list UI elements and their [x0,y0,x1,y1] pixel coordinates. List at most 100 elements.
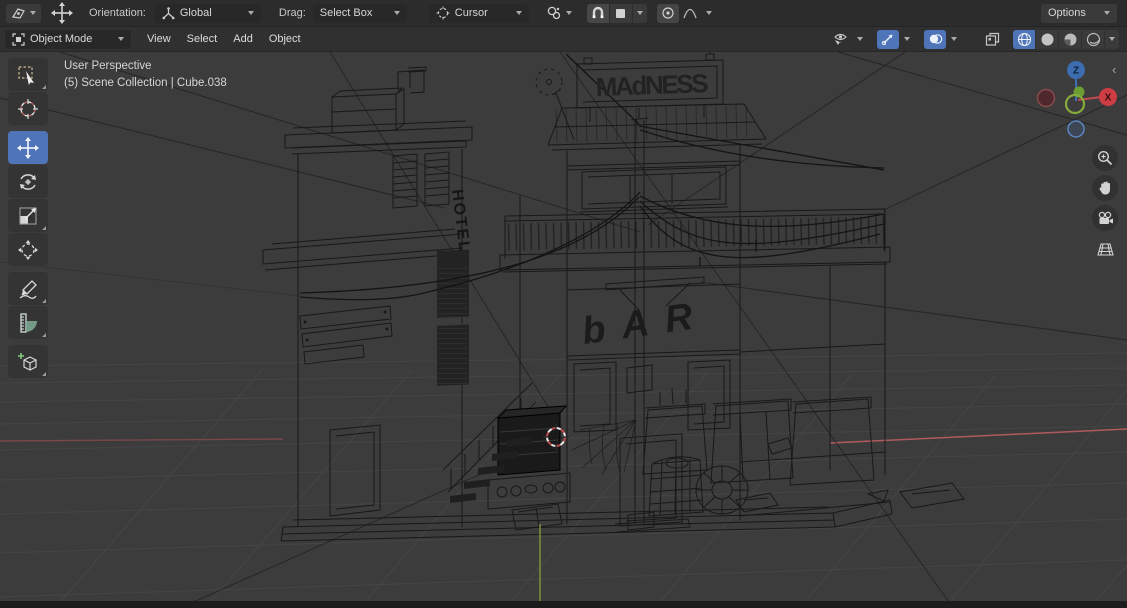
overlays-toggle-button[interactable] [924,29,946,49]
global-orientation-icon [162,6,175,19]
shading-material-button[interactable] [1059,29,1081,49]
cursor-icon [18,98,38,119]
gizmos-dropdown[interactable] [900,30,914,49]
proportional-editing-icon [662,7,674,19]
orientation-dropdown[interactable]: Global [154,3,261,23]
menu-select[interactable]: Select [179,30,226,48]
annotate-pen-icon [19,279,37,299]
orthographic-grid-icon [1096,242,1114,256]
object-mode-icon [12,32,25,46]
camera-view-button[interactable] [1092,205,1118,231]
zoom-button[interactable] [1092,145,1118,171]
madness-sign-text: MAdNESS [595,68,712,102]
viewport-overlay-text: User Perspective (5) Scene Collection | … [64,58,227,92]
tool-cursor[interactable] [8,92,48,125]
mode-dropdown[interactable]: Object Mode [5,29,131,49]
menu-view[interactable]: View [139,30,179,48]
gizmo-negative-z-ball[interactable] [1067,120,1085,138]
chevron-down-icon [247,11,254,15]
tool-shelf [8,58,50,379]
editor-type-button[interactable] [6,3,41,23]
gizmo-arrow-icon [881,34,893,46]
visibility-eye-icon [833,33,847,45]
tool-scale[interactable] [8,199,48,232]
tool-annotate[interactable] [8,272,48,305]
hotel-sign-text: HOTEL [448,188,472,252]
tool-transform[interactable] [8,233,48,266]
move-icon [17,136,39,159]
editor-type-icon [12,7,25,19]
wireframe-buildings [262,52,965,542]
snap-increment-icon [616,8,626,18]
snap-target-button[interactable] [609,3,632,23]
zoom-magnifier-icon [1097,150,1113,166]
roof-tiles [555,104,755,143]
xray-toggle-button[interactable] [981,30,1003,49]
dark-fill-props [450,405,568,503]
overlays-icon [929,34,942,44]
chevron-down-icon [515,11,522,15]
chevron-down-icon [118,37,124,41]
solid-shading-icon [1041,33,1053,45]
bar-graffiti-text: bAR [579,295,702,353]
cursor-tool-value: Cursor [454,7,488,19]
pivot-point-icon [547,6,560,20]
orientation-label: Orientation: [89,7,146,19]
menu-object[interactable]: Object [261,30,309,48]
cursor-tool-icon [436,6,450,20]
perspective-toggle-button[interactable] [1092,236,1118,262]
xray-icon [985,32,999,46]
chevron-down-icon [705,11,712,15]
mode-value: Object Mode [30,33,93,45]
shading-solid-button[interactable] [1036,29,1058,49]
viewport-header: Object Mode View Select Add Object [0,26,1127,52]
rotate-icon [20,173,36,190]
chevron-down-icon [30,11,36,15]
cursor-tool-dropdown[interactable]: Cursor [428,3,529,23]
snap-settings-dropdown[interactable] [632,3,647,23]
chevron-down-icon [565,11,572,15]
tool-add-cube[interactable] [8,345,48,378]
shading-rendered-button[interactable] [1082,29,1104,49]
falloff-chevron[interactable] [702,4,716,23]
add-cube-icon [18,352,37,371]
show-object-types-button[interactable] [828,30,852,49]
topbar: Orientation: Global Drag: Select Box Cur… [0,0,1127,26]
tool-tweak-select[interactable] [8,58,48,91]
pivot-point-dropdown[interactable] [541,4,577,23]
material-preview-icon [1064,33,1076,45]
pan-button[interactable] [1092,175,1118,201]
chevron-down-icon [393,11,400,15]
view-label: User Perspective [64,60,152,72]
tool-rotate[interactable] [8,165,48,198]
tool-measure[interactable] [8,306,48,339]
falloff-dropdown[interactable] [679,4,701,23]
falloff-curve-icon [683,8,697,19]
transform-icon [18,239,38,260]
tool-move[interactable] [8,131,48,164]
drag-mode-dropdown[interactable]: Select Box [312,3,407,23]
measure-ruler-icon [20,312,37,333]
select-box-icon [18,65,34,85]
overlays-dropdown[interactable] [947,30,961,49]
options-label: Options [1048,7,1086,19]
gizmo-z-label: Z [1073,66,1079,77]
shading-dropdown[interactable] [1105,29,1119,49]
menu-add[interactable]: Add [225,30,261,48]
snap-toggle-button[interactable] [586,3,609,23]
move-tool-indicator-icon [51,2,73,24]
options-dropdown[interactable]: Options [1041,3,1117,23]
chevron-down-icon [1104,11,1110,15]
rendered-shading-icon [1086,32,1100,46]
proportional-editing-button[interactable] [656,3,679,23]
floor-grid [0,352,1127,602]
gizmo-negative-x-ball[interactable] [1036,88,1056,108]
gizmos-toggle-button[interactable] [877,29,899,49]
region-toggle-arrow[interactable]: ‹ [1112,62,1116,77]
active-collection-label: (5) Scene Collection | Cube.038 [64,77,227,89]
shading-wireframe-button[interactable] [1013,29,1035,49]
hand-icon [1098,181,1110,195]
orientation-value: Global [179,7,212,19]
show-object-types-dropdown[interactable] [853,30,867,49]
viewport-3d-scene[interactable]: MAdNESS HOTEL bAR [0,52,1127,602]
